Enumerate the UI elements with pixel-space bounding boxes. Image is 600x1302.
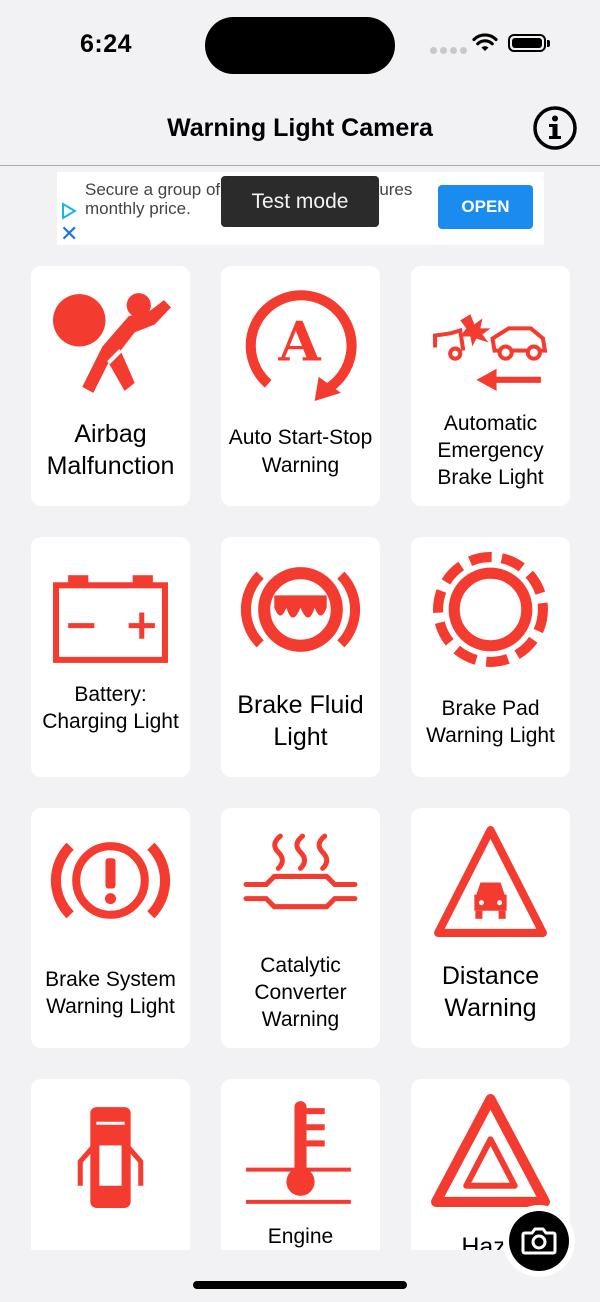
engine-temperature-icon bbox=[246, 1101, 351, 1204]
door-open-icon bbox=[77, 1107, 144, 1208]
wifi-icon bbox=[472, 33, 498, 51]
card-auto-start-stop[interactable]: A Auto Start-Stop Warning bbox=[221, 266, 380, 506]
card-automatic-emergency-brake[interactable]: Automatic Emergency Brake Light bbox=[411, 266, 570, 506]
collision-warning-icon bbox=[433, 314, 548, 391]
cellular-signal-icon bbox=[430, 41, 470, 59]
brake-system-icon bbox=[50, 842, 171, 919]
card-label: Catalytic Converter Warning bbox=[254, 954, 347, 1031]
card-distance-warning[interactable]: Distance Warning bbox=[411, 808, 570, 1048]
test-mode-toast: Test mode bbox=[221, 176, 379, 227]
navigation-bar: Warning Light Camera bbox=[0, 90, 600, 166]
card-label: Auto Start-Stop Warning bbox=[228, 426, 373, 477]
card-label: Automatic Emergency Brake Light bbox=[437, 412, 544, 489]
battery-icon bbox=[53, 575, 168, 663]
hazard-icon bbox=[431, 1094, 550, 1207]
camera-button[interactable] bbox=[503, 1205, 575, 1277]
card-battery[interactable]: Battery: Charging Light bbox=[31, 537, 190, 777]
card-engine-temperature[interactable]: Engine bbox=[221, 1079, 380, 1250]
card-door-open[interactable] bbox=[31, 1079, 190, 1250]
camera-icon bbox=[521, 1227, 557, 1255]
camera-button-inner bbox=[509, 1211, 569, 1271]
card-label: Brake Pad Warning Light bbox=[426, 697, 555, 747]
card-label: Distance Warning bbox=[441, 962, 540, 1022]
svg-text:A: A bbox=[277, 310, 321, 374]
brake-fluid-icon bbox=[240, 567, 361, 652]
card-label: Brake Fluid Light bbox=[237, 691, 364, 751]
card-catalytic-converter[interactable]: Catalytic Converter Warning bbox=[221, 808, 380, 1048]
card-brake-pad[interactable]: Brake Pad Warning Light bbox=[411, 537, 570, 777]
card-brake-system[interactable]: Brake System Warning Light bbox=[31, 808, 190, 1048]
status-time: 6:24 bbox=[80, 30, 133, 58]
card-label: Airbag Malfunction bbox=[46, 420, 175, 480]
info-icon[interactable] bbox=[532, 105, 578, 151]
airbag-icon bbox=[53, 293, 171, 393]
ad-close-icon[interactable]: ✕ bbox=[60, 223, 78, 245]
dynamic-island bbox=[205, 17, 395, 74]
battery-icon bbox=[508, 34, 550, 52]
ad-choices-icon[interactable] bbox=[60, 202, 78, 220]
page-title: Warning Light Camera bbox=[167, 114, 433, 142]
ad-open-button[interactable]: OPEN bbox=[438, 185, 533, 229]
brake-pad-icon bbox=[433, 552, 548, 667]
card-label: Battery: Charging Light bbox=[42, 683, 179, 733]
card-label: Engine bbox=[267, 1225, 334, 1248]
card-brake-fluid[interactable]: Brake Fluid Light bbox=[221, 537, 380, 777]
card-label: Brake System Warning Light bbox=[45, 968, 176, 1018]
status-bar: 6:24 bbox=[0, 0, 600, 90]
distance-warning-icon bbox=[434, 826, 547, 937]
catalytic-converter-icon bbox=[243, 833, 358, 910]
auto-start-stop-icon: A bbox=[245, 290, 357, 401]
home-indicator[interactable] bbox=[193, 1281, 407, 1289]
card-airbag[interactable]: Airbag Malfunction bbox=[31, 266, 190, 506]
warning-light-grid: Airbag Malfunction A Auto Start-Stop War… bbox=[0, 266, 600, 1250]
